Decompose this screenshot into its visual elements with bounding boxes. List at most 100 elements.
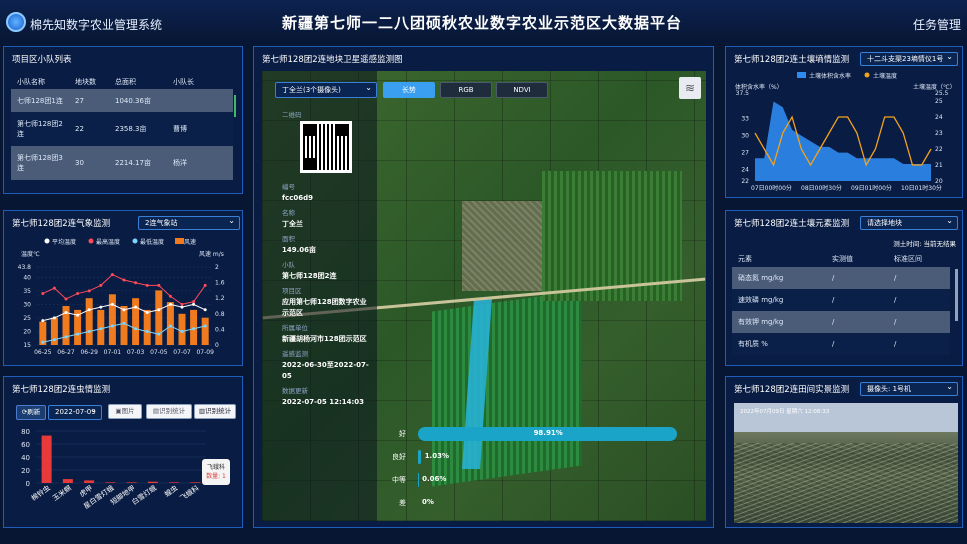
field-label: 数据更新 — [282, 387, 308, 395]
page-title: 新疆第七师一二八团硕秋农业数字农业示范区大数据平台 — [282, 14, 683, 32]
camera-feed[interactable]: 2022年07月09日 星期六 12:08:33 — [734, 403, 958, 523]
data-point — [145, 311, 149, 314]
camera-select[interactable]: 摄像头: 1号机 — [860, 381, 958, 396]
col-header: 小队长 — [173, 78, 194, 86]
y-tick-label: 27 — [741, 150, 749, 157]
weather-panel: 第七师128团2连气象监测 2连气象站 平均温度 最高温度 最低温度 风速温度℃ 风速 … — [3, 210, 243, 366]
growth-row: 中等 0.06% — [382, 473, 682, 496]
refresh-button[interactable]: ⟳刷新 — [16, 405, 46, 420]
y-tick-label: 20 — [21, 467, 30, 475]
y-tick-label: 60 — [21, 441, 30, 449]
data-point — [52, 286, 56, 290]
images-button[interactable]: ▣图片 — [108, 404, 142, 419]
y-tick-label: 33 — [741, 116, 749, 123]
scrollbar[interactable] — [955, 269, 958, 321]
x-tick-label: 飞蛾科 — [178, 483, 200, 502]
station-select[interactable]: 2连气象站 — [138, 215, 240, 230]
col-header: 地块数 — [75, 78, 96, 86]
recognition-stats-button[interactable]: ▥识别统计 — [194, 404, 236, 419]
village-area — [462, 201, 542, 291]
x-tick-label: 06-29 — [80, 349, 98, 356]
x-tick-label: 09日01时00分 — [851, 184, 892, 192]
y-tick-label: 25 — [23, 315, 31, 322]
field-value: 应用第七师128团数字农业示范区 — [282, 298, 367, 317]
y2-tick-label: 23 — [935, 130, 943, 137]
pest-bar — [169, 482, 180, 483]
y-tick-label: 22 — [741, 178, 749, 185]
x-tick-label: 06-25 — [34, 349, 52, 356]
x-tick-label: 07-03 — [127, 349, 145, 356]
x-tick-label: 蝗虫 — [163, 483, 180, 498]
team-table: 小队名称 地块数 总面积 小队长 七师128团1连 27 1040.36亩 第七师128团… — [11, 75, 233, 180]
growth-label: 差 — [399, 499, 406, 507]
qr-label: 二维码 — [282, 111, 302, 119]
moisture-area — [755, 101, 931, 181]
table-row[interactable]: 第七师128团2连 22 2358.3亩 曹博 — [11, 112, 233, 146]
x-tick-label: 07-09 — [196, 349, 214, 356]
panel-title: 项目区小队列表 — [12, 55, 72, 65]
y2-tick-label: 22 — [935, 146, 943, 153]
data-point — [157, 283, 161, 287]
task-manager-link[interactable]: 任务管理 — [913, 16, 961, 33]
x-tick-label: 07-05 — [150, 349, 168, 356]
legend-marker — [132, 238, 138, 244]
growth-label: 良好 — [392, 453, 406, 461]
growth-label: 中等 — [392, 476, 406, 484]
data-point — [168, 302, 172, 306]
y-tick-label: 15 — [23, 342, 31, 349]
tab-ndvi[interactable]: NDVI — [496, 82, 548, 98]
y-tick-label: 37.5 — [736, 90, 750, 97]
y-axis-label: 温度℃ — [21, 250, 40, 258]
data-point — [41, 340, 45, 344]
system-name: 棉先知数字农业管理系统 — [30, 18, 163, 32]
plot-select[interactable]: 请选择地块 — [860, 215, 958, 230]
table-row[interactable]: 第七师128团3连 30 2214.17亩 杨洋 — [11, 146, 233, 180]
wind-bar — [120, 306, 128, 345]
camera-panel: 第七师128团2连田间实景监测 摄像头: 1号机 2022年07月09日 星期六… — [725, 376, 963, 528]
pest-bar — [105, 482, 116, 483]
growth-value: 0.06% — [422, 475, 447, 483]
legend-label: 平均温度 — [52, 238, 76, 246]
y2-tick-label: 1.6 — [215, 280, 225, 287]
tab-rgb[interactable]: RGB — [440, 82, 492, 98]
x-tick-label: 08日00时30分 — [801, 184, 842, 192]
y2-tick-label: 25 — [935, 98, 943, 105]
y2-tick-label: 24 — [935, 114, 943, 121]
growth-bar — [418, 450, 421, 464]
scrollbar[interactable] — [234, 95, 236, 117]
date-picker[interactable]: 2022-07-09 — [48, 404, 102, 420]
y-tick-label: 30 — [23, 301, 31, 308]
field-label: 所属单位 — [282, 324, 308, 332]
y-tick-label: 20 — [23, 328, 31, 335]
panel-title: 第七师128团2连土壤元素监测 — [734, 219, 850, 229]
field-label: 小队 — [282, 261, 295, 269]
y2-tick-label: 1.2 — [215, 295, 225, 302]
weather-chart: 平均温度 最高温度 最低温度 风速温度℃ 风速 m/s15202530354043.80… — [18, 238, 225, 356]
data-point — [168, 294, 172, 298]
plot-select[interactable]: 丁全兰(3个摄像头) — [275, 81, 377, 98]
field-value: fcc06d9 — [282, 194, 313, 202]
x-tick-label: 棉铃虫 — [29, 483, 51, 502]
growth-label: 好 — [399, 430, 406, 438]
moisture-device-select[interactable]: 十二斗支渠23墒情仪1号 — [860, 51, 958, 66]
data-point — [203, 283, 207, 287]
y2-tick-label: 20 — [935, 178, 943, 185]
legend-marker — [88, 238, 94, 244]
y2-axis-label: 风速 m/s — [199, 251, 224, 258]
table-row[interactable]: 七师128团1连 27 1040.36亩 — [11, 89, 233, 112]
growth-stats: 好 98.91% 良好 1.03% 中等 0.06% 差 0% — [382, 427, 682, 519]
tab-growth[interactable]: 长势 — [383, 82, 435, 98]
layers-icon[interactable]: ≋ — [679, 77, 701, 99]
col-header: 元素 — [738, 255, 752, 263]
identify-stats-button[interactable]: ▤识别统计 — [146, 404, 192, 419]
pest-bar — [147, 481, 158, 483]
panel-title: 第七师128团2连地块卫星遥感监测图 — [262, 55, 403, 65]
y2-tick-label: 2 — [215, 264, 219, 271]
pest-tooltip: 飞蛾科 数量: 1 — [202, 459, 230, 485]
data-point — [110, 302, 114, 306]
soil-moisture-panel: 第七师128团2连土壤墒情监测 十二斗支渠23墒情仪1号 土壤体积含水率 土壤温度… — [725, 46, 963, 198]
pest-bar — [84, 480, 95, 483]
data-point — [110, 273, 114, 277]
x-tick-label: 10日01时30分 — [901, 184, 942, 192]
data-point — [76, 313, 80, 317]
